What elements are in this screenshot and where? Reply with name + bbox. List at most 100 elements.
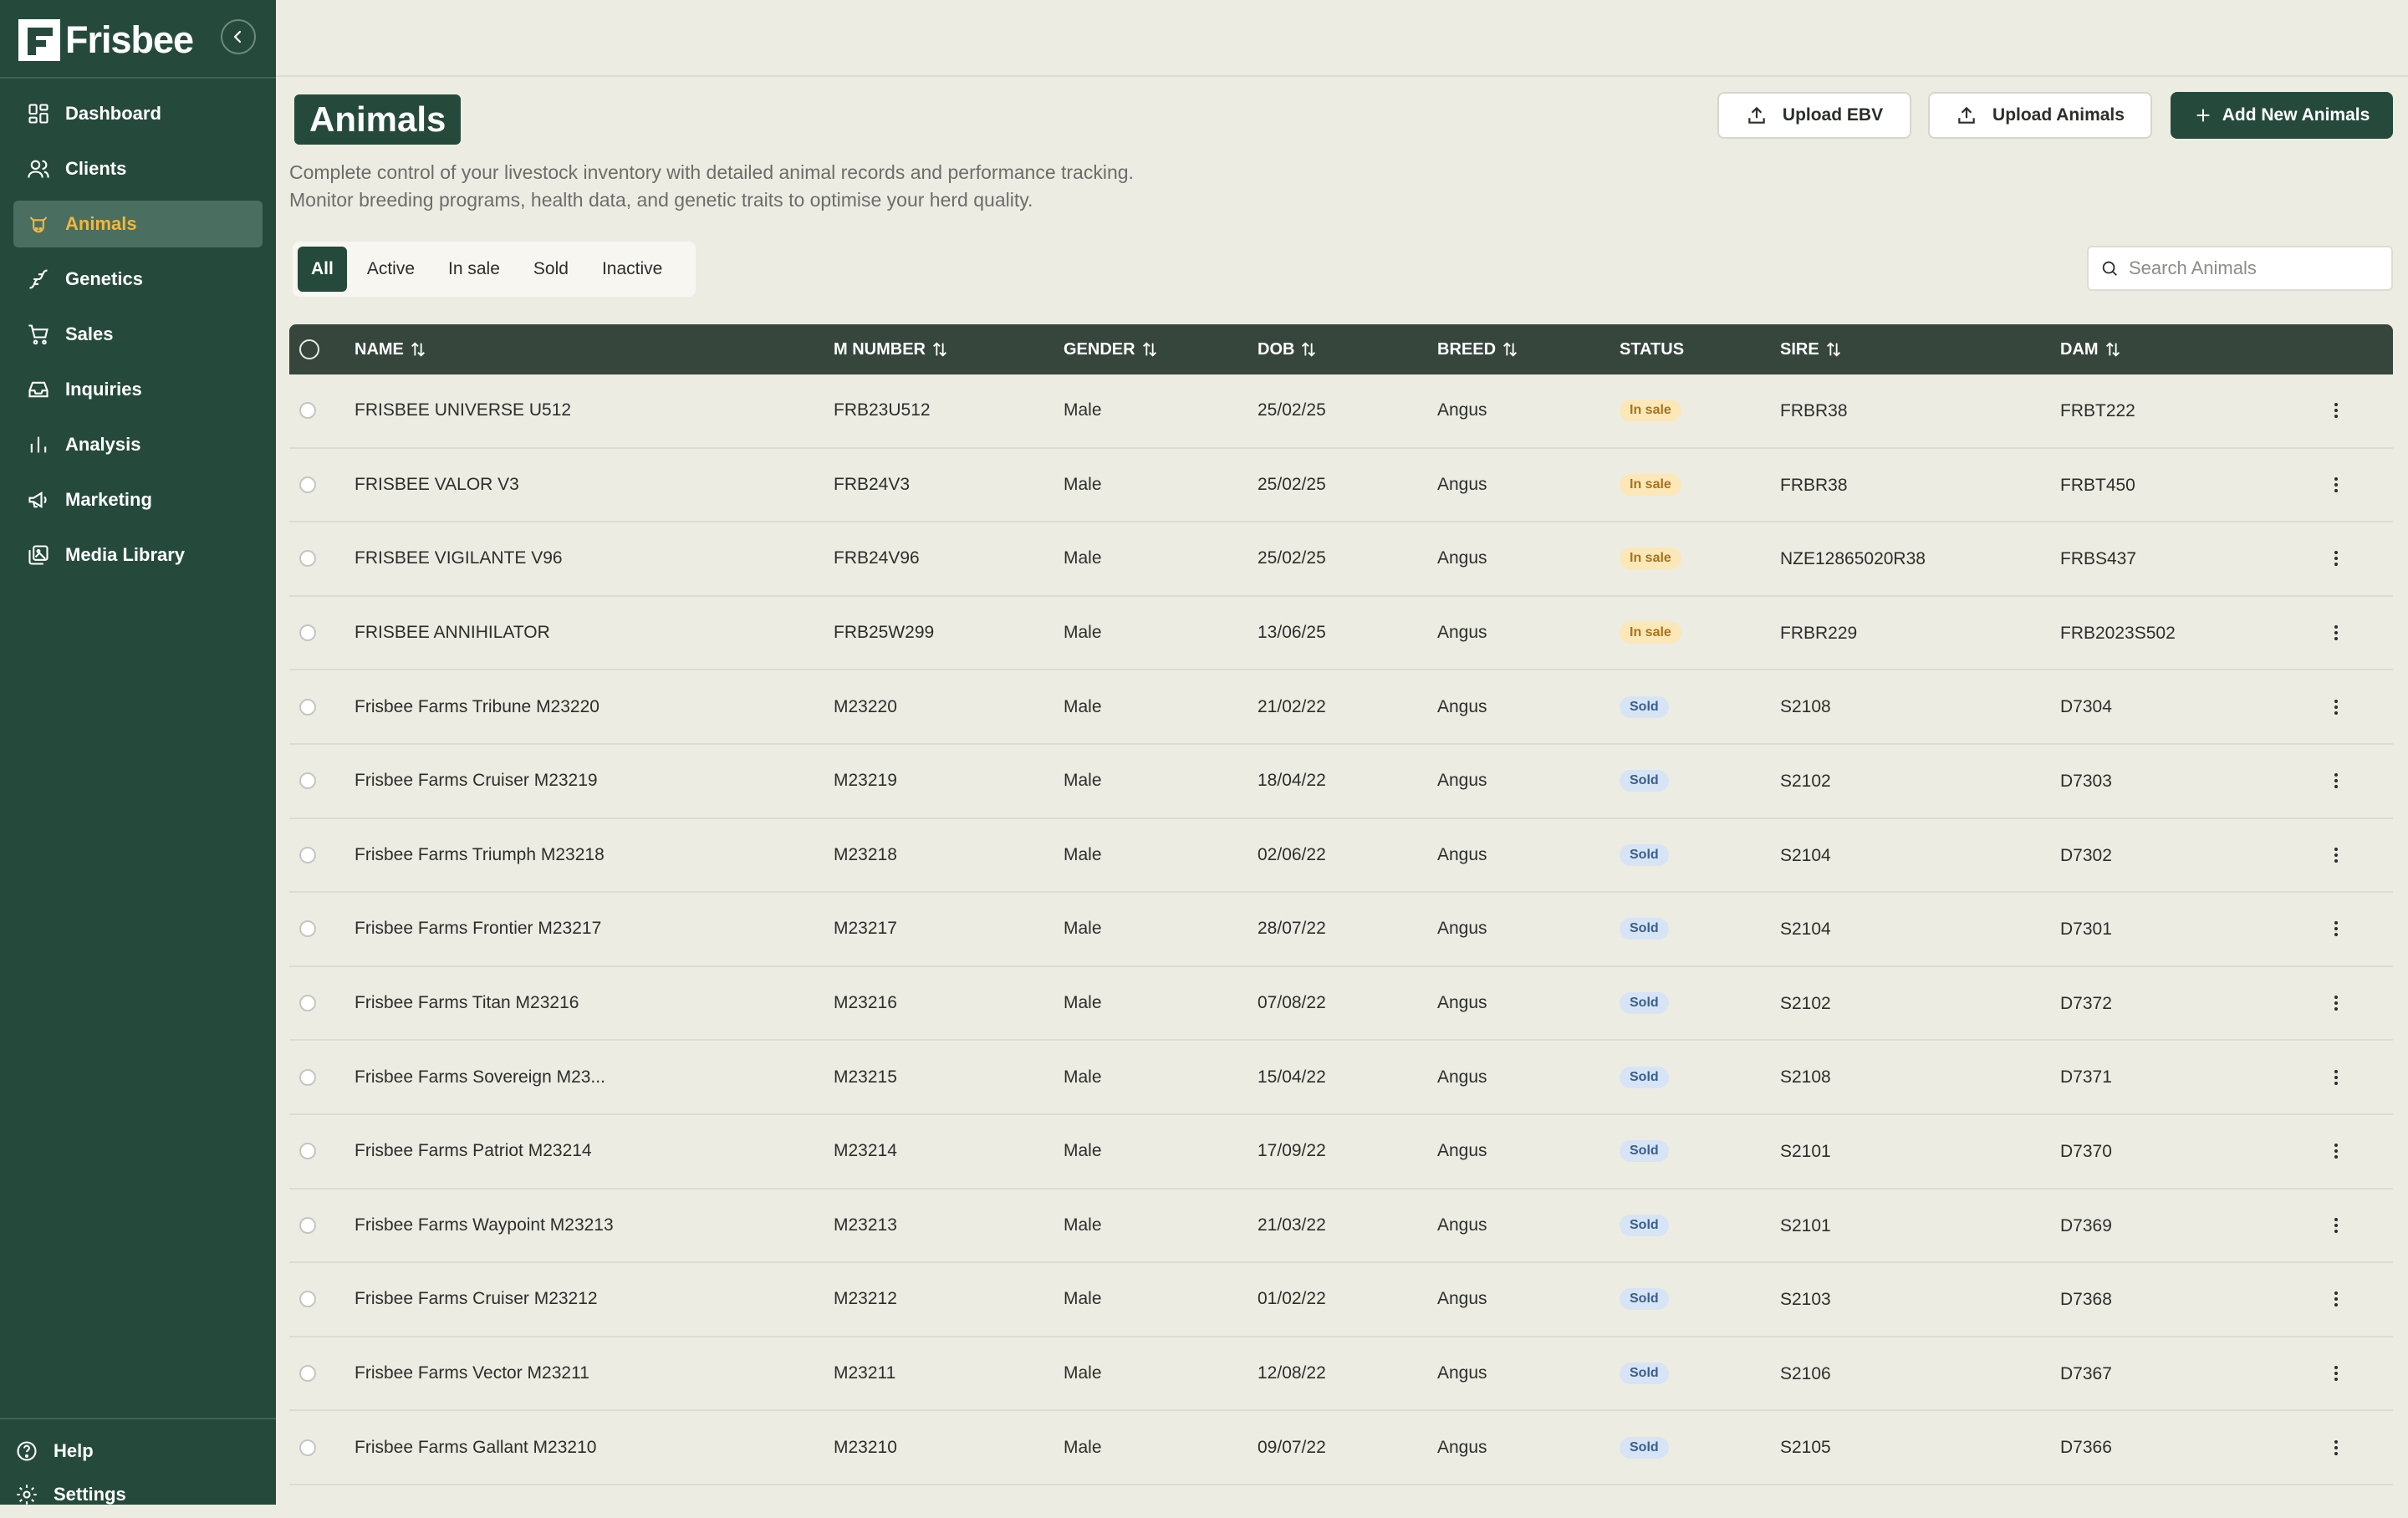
row-actions-button[interactable] xyxy=(2326,1041,2346,1113)
row-actions-button[interactable] xyxy=(2326,1337,2346,1410)
sidebar-item-settings[interactable]: Settings xyxy=(13,1475,263,1515)
row-actions-button[interactable] xyxy=(2326,1411,2346,1484)
column-header-name[interactable]: NAME xyxy=(355,324,427,374)
row-checkbox[interactable] xyxy=(299,995,316,1012)
row-checkbox[interactable] xyxy=(299,1291,316,1308)
animal-name[interactable]: Frisbee Farms Cruiser M23212 xyxy=(355,1263,598,1336)
table-row[interactable]: Frisbee Farms Tribune M23220 M23220 Male… xyxy=(289,670,2393,745)
table-row[interactable]: FRISBEE VALOR V3 FRB24V3 Male 25/02/25 A… xyxy=(289,449,2393,523)
animal-name[interactable]: Frisbee Farms Titan M23216 xyxy=(355,967,579,1040)
animal-name[interactable]: Frisbee Farms Cruiser M23219 xyxy=(355,745,598,818)
sidebar-item-animals[interactable]: Animals xyxy=(13,201,263,247)
sidebar-item-analysis[interactable]: Analysis xyxy=(13,421,263,468)
dam: D7302 xyxy=(2060,845,2112,865)
column-header-dob[interactable]: DOB xyxy=(1258,324,1318,374)
row-checkbox[interactable] xyxy=(299,402,316,420)
row-actions-button[interactable] xyxy=(2326,893,2346,965)
row-actions-button[interactable] xyxy=(2326,522,2346,595)
row-checkbox[interactable] xyxy=(299,1216,316,1234)
row-checkbox[interactable] xyxy=(299,1365,316,1383)
table-row[interactable]: Frisbee Farms Vector M23211 M23211 Male … xyxy=(289,1337,2393,1412)
upload-animals-button[interactable]: Upload Animals xyxy=(1928,92,2152,139)
row-checkbox[interactable] xyxy=(299,1439,316,1456)
row-checkbox[interactable] xyxy=(299,550,316,568)
table-row[interactable]: Frisbee Farms Gallant M23210 M23210 Male… xyxy=(289,1411,2393,1485)
column-header-sire[interactable]: SIRE xyxy=(1780,324,1843,374)
row-checkbox[interactable] xyxy=(299,476,316,493)
sire: NZE12865020R38 xyxy=(1780,549,1926,569)
search-input[interactable] xyxy=(2127,257,2381,280)
animal-name[interactable]: FRISBEE VALOR V3 xyxy=(355,449,519,522)
tab-in-sale[interactable]: In sale xyxy=(435,247,513,292)
row-actions-button[interactable] xyxy=(2326,819,2346,892)
animal-name[interactable]: Frisbee Farms Frontier M23217 xyxy=(355,893,601,965)
sidebar-item-clients[interactable]: Clients xyxy=(13,145,263,192)
tab-inactive[interactable]: Inactive xyxy=(589,247,676,292)
animal-name[interactable]: Frisbee Farms Sovereign M23... xyxy=(355,1041,605,1113)
tab-all[interactable]: All xyxy=(298,247,347,292)
row-actions-button[interactable] xyxy=(2326,967,2346,1040)
sidebar-item-media-library[interactable]: Media Library xyxy=(13,532,263,578)
table-body: FRISBEE UNIVERSE U512 FRB23U512 Male 25/… xyxy=(289,374,2393,1485)
row-checkbox[interactable] xyxy=(299,1068,316,1086)
brand[interactable]: Frisbee xyxy=(18,17,194,64)
sidebar-nav: Dashboard Clients Animals Genetics Sales… xyxy=(13,90,263,587)
select-all-checkbox[interactable] xyxy=(299,339,319,359)
animal-name[interactable]: Frisbee Farms Tribune M23220 xyxy=(355,670,599,743)
row-checkbox[interactable] xyxy=(299,1143,316,1160)
row-checkbox[interactable] xyxy=(299,772,316,790)
upload-ebv-label: Upload EBV xyxy=(1782,105,1884,125)
table-row[interactable]: Frisbee Farms Cruiser M23219 M23219 Male… xyxy=(289,745,2393,819)
animal-name[interactable]: FRISBEE UNIVERSE U512 xyxy=(355,374,571,447)
column-header-label: SIRE xyxy=(1780,339,1819,359)
column-header-m-number[interactable]: M NUMBER xyxy=(834,324,949,374)
table-row[interactable]: Frisbee Farms Sovereign M23... M23215 Ma… xyxy=(289,1041,2393,1115)
sire: FRBR38 xyxy=(1780,401,1848,420)
table-row[interactable]: Frisbee Farms Titan M23216 M23216 Male 0… xyxy=(289,967,2393,1042)
column-header-breed[interactable]: BREED xyxy=(1437,324,1519,374)
sidebar-item-help[interactable]: Help xyxy=(13,1431,263,1471)
animal-name[interactable]: FRISBEE ANNIHILATOR xyxy=(355,597,550,670)
table-row[interactable]: FRISBEE VIGILANTE V96 FRB24V96 Male 25/0… xyxy=(289,522,2393,597)
upload-ebv-button[interactable]: Upload EBV xyxy=(1717,92,1911,139)
sidebar-item-marketing[interactable]: Marketing xyxy=(13,476,263,523)
tab-active[interactable]: Active xyxy=(354,247,428,292)
animal-name[interactable]: Frisbee Farms Waypoint M23213 xyxy=(355,1189,614,1262)
animal-name[interactable]: FRISBEE VIGILANTE V96 xyxy=(355,522,563,595)
table-row[interactable]: FRISBEE UNIVERSE U512 FRB23U512 Male 25/… xyxy=(289,374,2393,449)
table-row[interactable]: Frisbee Farms Waypoint M23213 M23213 Mal… xyxy=(289,1189,2393,1264)
animal-name[interactable]: Frisbee Farms Patriot M23214 xyxy=(355,1115,592,1188)
row-actions-button[interactable] xyxy=(2326,1189,2346,1262)
row-checkbox[interactable] xyxy=(299,846,316,863)
row-actions-button[interactable] xyxy=(2326,1263,2346,1336)
table-row[interactable]: FRISBEE ANNIHILATOR FRB25W299 Male 13/06… xyxy=(289,597,2393,671)
sidebar-item-sales[interactable]: Sales xyxy=(13,311,263,358)
gender: Male xyxy=(1064,1437,1102,1457)
animal-name[interactable]: Frisbee Farms Vector M23211 xyxy=(355,1337,589,1410)
animal-name[interactable]: Frisbee Farms Triumph M23218 xyxy=(355,819,605,892)
sidebar-item-dashboard[interactable]: Dashboard xyxy=(13,90,263,137)
column-header-gender[interactable]: GENDER xyxy=(1064,324,1159,374)
row-checkbox[interactable] xyxy=(299,920,316,938)
row-actions-button[interactable] xyxy=(2326,597,2346,670)
gender: Male xyxy=(1064,400,1102,420)
row-actions-button[interactable] xyxy=(2326,1115,2346,1188)
row-actions-button[interactable] xyxy=(2326,745,2346,818)
table-row[interactable]: Frisbee Farms Patriot M23214 M23214 Male… xyxy=(289,1115,2393,1189)
add-new-animals-button[interactable]: Add New Animals xyxy=(2171,92,2393,139)
m-number: M23220 xyxy=(834,696,897,716)
row-checkbox[interactable] xyxy=(299,698,316,716)
row-checkbox[interactable] xyxy=(299,624,316,642)
sidebar-item-genetics[interactable]: Genetics xyxy=(13,256,263,303)
animal-name[interactable]: Frisbee Farms Gallant M23210 xyxy=(355,1411,596,1484)
row-actions-button[interactable] xyxy=(2326,449,2346,522)
table-row[interactable]: Frisbee Farms Triumph M23218 M23218 Male… xyxy=(289,819,2393,894)
row-actions-button[interactable] xyxy=(2326,374,2346,447)
table-row[interactable]: Frisbee Farms Frontier M23217 M23217 Mal… xyxy=(289,893,2393,967)
column-header-dam[interactable]: DAM xyxy=(2060,324,2122,374)
row-actions-button[interactable] xyxy=(2326,670,2346,743)
collapse-sidebar-button[interactable] xyxy=(221,19,256,54)
tab-sold[interactable]: Sold xyxy=(520,247,582,292)
sidebar-item-inquiries[interactable]: Inquiries xyxy=(13,366,263,413)
table-row[interactable]: Frisbee Farms Cruiser M23212 M23212 Male… xyxy=(289,1263,2393,1337)
